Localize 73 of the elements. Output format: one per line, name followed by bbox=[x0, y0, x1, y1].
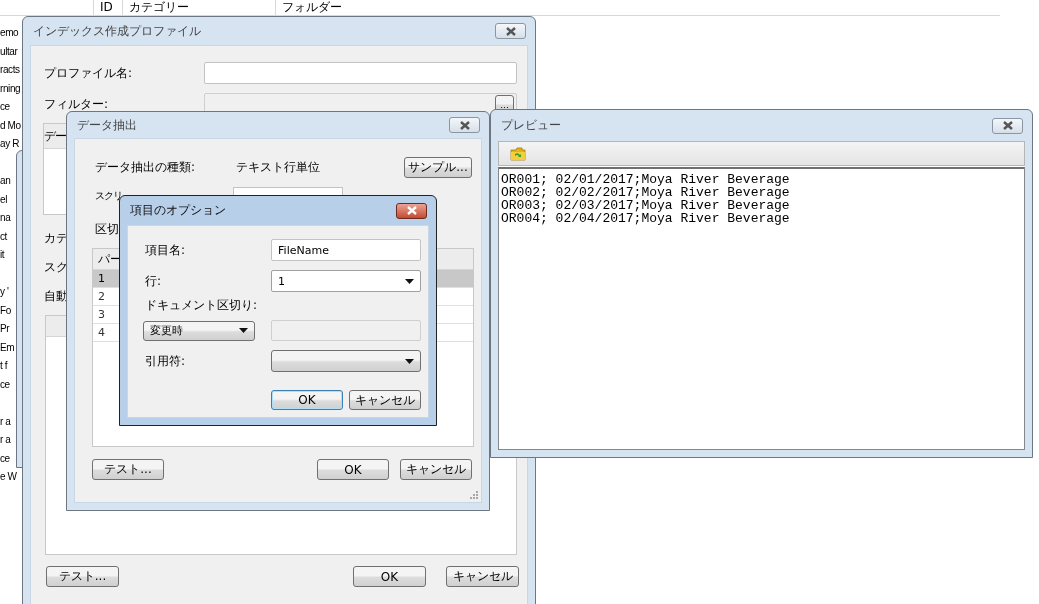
close-button[interactable] bbox=[992, 117, 1023, 134]
field-label: 引用符: bbox=[145, 352, 187, 370]
window-title: プレビュー bbox=[500, 117, 561, 134]
list-item[interactable]: el bbox=[0, 190, 7, 209]
dialog-button[interactable]: テスト... bbox=[92, 459, 164, 480]
list-item[interactable]: emo bbox=[0, 24, 19, 43]
list-item[interactable]: d Mo bbox=[0, 116, 21, 135]
window-title: データ抽出 bbox=[76, 116, 137, 134]
column-header[interactable]: カテゴリー bbox=[122, 0, 275, 15]
field-label: カテ bbox=[44, 230, 68, 247]
list-item[interactable]: Fo bbox=[0, 301, 11, 320]
field-label: スク bbox=[44, 259, 68, 276]
field-label: 行: bbox=[145, 272, 163, 290]
list-item[interactable]: rning bbox=[0, 79, 21, 98]
field-label: 区切 bbox=[94, 220, 120, 238]
list-item[interactable]: ce bbox=[0, 375, 10, 394]
list-item[interactable]: Em bbox=[0, 338, 15, 357]
list-item[interactable]: Pr bbox=[0, 320, 10, 339]
preview-line: OR001; 02/01/2017;Moya River Beverage bbox=[501, 173, 791, 186]
close-button[interactable] bbox=[495, 23, 526, 39]
caret-icon bbox=[239, 328, 249, 333]
list-item[interactable]: ultar bbox=[0, 42, 18, 61]
field-label: プロファイル名: bbox=[44, 64, 134, 82]
close-button[interactable] bbox=[449, 117, 480, 133]
dialog-button[interactable]: OK bbox=[271, 390, 343, 410]
field-label: フィルター: bbox=[44, 95, 110, 113]
window-title: 項目のオプション bbox=[129, 202, 226, 219]
preview-line: OR004; 02/04/2017;Moya River Beverage bbox=[501, 212, 791, 225]
column-header[interactable]: ID bbox=[93, 0, 122, 15]
preview-line: OR003; 02/03/2017;Moya River Beverage bbox=[501, 199, 791, 212]
list-item[interactable]: r a bbox=[0, 431, 11, 450]
field-label: スクリ bbox=[94, 188, 123, 203]
list-item[interactable]: ay R bbox=[0, 135, 19, 154]
list-item[interactable]: t f bbox=[0, 357, 8, 376]
sample-button[interactable]: サンプル... bbox=[404, 157, 472, 178]
dialog-button[interactable]: キャンセル bbox=[400, 459, 472, 480]
list-item[interactable]: ce bbox=[0, 449, 10, 468]
column-header[interactable]: フォルダー bbox=[275, 0, 482, 15]
caret-icon bbox=[405, 358, 414, 364]
dropdown[interactable] bbox=[271, 350, 421, 372]
section-label: ドキュメント区切り: bbox=[145, 296, 259, 314]
list-item[interactable]: na bbox=[0, 209, 11, 228]
close-icon bbox=[1001, 121, 1014, 130]
input-field[interactable]: FileName bbox=[271, 239, 421, 261]
list-item[interactable]: racts bbox=[0, 61, 20, 80]
dialog-button[interactable]: OK bbox=[353, 566, 426, 587]
caret-icon bbox=[405, 278, 414, 284]
field-label: データ抽出の種類: bbox=[94, 159, 197, 176]
dropdown[interactable]: 変更時 bbox=[143, 320, 256, 341]
dialog-button[interactable]: テスト... bbox=[46, 566, 119, 587]
text-area[interactable]: OR001; 02/01/2017;Moya River Beverage OR002; 02/02/2017;Moya River Beverage OR003; 02/03/2017;Moya River Beverage OR004; 02/04/2017;Moya River Beverage bbox=[498, 167, 1025, 450]
folder-icon[interactable] bbox=[510, 146, 526, 161]
list-item[interactable]: an bbox=[0, 172, 11, 191]
list-item[interactable]: e W bbox=[0, 468, 17, 487]
list-item[interactable]: y ' bbox=[0, 283, 9, 302]
window-title: インデックス作成プロファイル bbox=[32, 22, 201, 40]
list-item[interactable]: it bbox=[0, 246, 5, 265]
close-button[interactable] bbox=[396, 202, 427, 219]
close-icon bbox=[405, 206, 418, 215]
dialog-button[interactable]: キャンセル bbox=[446, 566, 519, 587]
list-item[interactable]: ct bbox=[0, 227, 7, 246]
close-icon bbox=[504, 26, 517, 36]
field-label: 項目名: bbox=[145, 241, 187, 259]
dropdown[interactable]: 1 bbox=[271, 270, 421, 292]
close-icon bbox=[458, 120, 471, 130]
resize-grip-icon bbox=[470, 491, 478, 499]
list-item[interactable]: ce bbox=[0, 98, 10, 117]
preview-line: OR002; 02/02/2017;Moya River Beverage bbox=[501, 186, 791, 199]
field-value: テキスト行単位 bbox=[235, 159, 321, 176]
dialog-button[interactable]: OK bbox=[317, 459, 389, 480]
input-field[interactable] bbox=[204, 62, 517, 84]
dialog-button[interactable]: キャンセル bbox=[349, 390, 421, 410]
list-item[interactable]: r a bbox=[0, 412, 11, 431]
